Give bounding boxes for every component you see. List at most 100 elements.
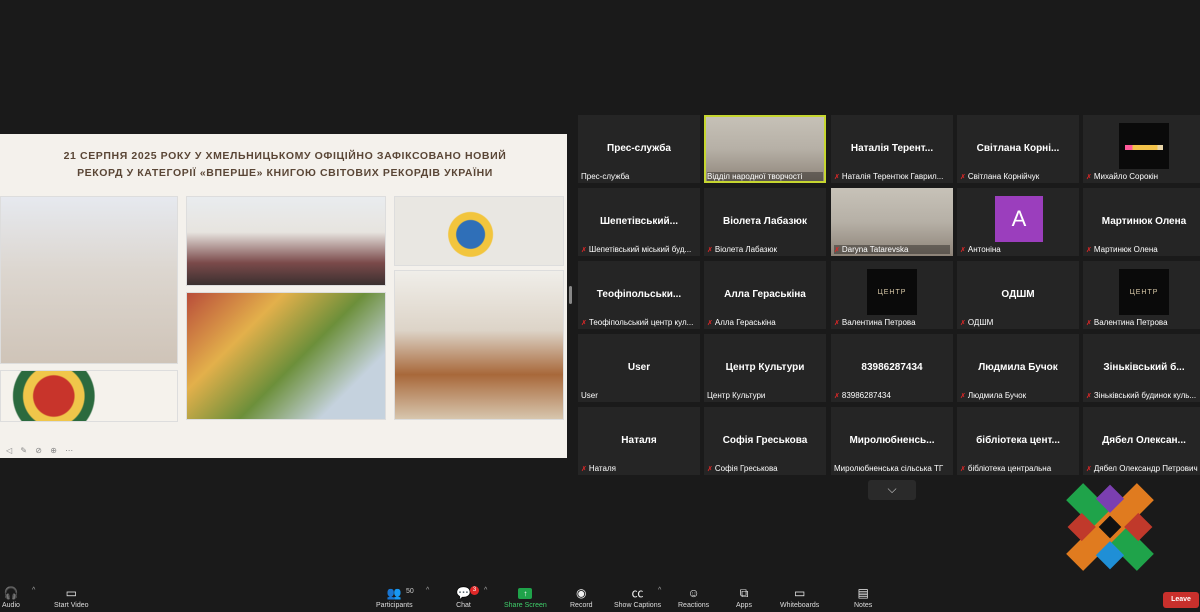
participant-label: ✗ Наталя xyxy=(581,464,697,473)
participant-label-text: Валентина Петрова xyxy=(1093,318,1168,327)
participant-tile[interactable]: User User xyxy=(578,334,700,402)
participant-label-text: ОДШМ xyxy=(967,318,994,327)
record-button[interactable]: ◉ Record xyxy=(570,586,593,609)
mic-muted-icon: ✗ xyxy=(960,247,966,254)
participants-count: 50 xyxy=(406,588,414,595)
participant-name: Людмила Бучок xyxy=(978,362,1058,373)
participant-label-text: Світлана Корнійчук xyxy=(967,172,1040,181)
participant-label: Центр Культури xyxy=(707,391,823,400)
split-handle[interactable] xyxy=(569,286,572,304)
participant-tile[interactable]: Відділ народної творчості xyxy=(704,115,826,183)
participant-name: Миролюбненсь... xyxy=(849,435,935,446)
participant-label: ✗ Валентина Петрова xyxy=(834,318,950,327)
participant-label: ✗ Теофіпольський центр кул... xyxy=(581,318,697,327)
audio-button[interactable]: 🎧 Audio xyxy=(2,586,20,609)
chevron-down-icon: ⌵ xyxy=(887,482,897,496)
participant-label-text: Валентина Петрова xyxy=(841,318,916,327)
shared-screen: 21 СЕРПНЯ 2025 РОКУ У ХМЕЛЬНИЦЬКОМУ ОФІЦ… xyxy=(0,134,567,458)
show-captions-button[interactable]: ㏄ Show Captions xyxy=(614,586,661,609)
notes-button[interactable]: ▤ Notes xyxy=(854,586,872,609)
participant-name: Алла Гераськіна xyxy=(724,289,806,300)
participant-name: 83986287434 xyxy=(861,362,923,373)
participant-label: ✗ Світлана Корнійчук xyxy=(960,172,1076,181)
slide-photo-map-installation xyxy=(394,270,564,420)
participant-label-text: Михайло Сорокін xyxy=(1093,172,1159,181)
participant-tile[interactable]: ЦЕНТР ✗ Валентина Петрова xyxy=(831,261,953,329)
participant-tile[interactable]: A ✗ Антоніна xyxy=(957,188,1079,256)
headphones-icon: 🎧 xyxy=(3,586,19,600)
participant-label-text: Теофіпольський центр кул... xyxy=(588,318,694,327)
chat-badge: 3 xyxy=(470,586,479,595)
participant-label: User xyxy=(581,391,697,400)
participant-name: Софія Греськова xyxy=(722,435,808,446)
slide-controls[interactable]: ◁ ✎ ⊘ ⊕ ⋯ xyxy=(6,446,76,455)
chat-caret[interactable]: ^ xyxy=(484,587,487,594)
participant-tile[interactable]: Софія Греськова ✗ Софія Греськова xyxy=(704,407,826,475)
participant-tile[interactable]: Центр Культури Центр Культури xyxy=(704,334,826,402)
ornament-logo xyxy=(1066,483,1154,571)
participant-name: Шепетівський... xyxy=(600,216,678,227)
participant-tile[interactable]: Прес-служба Прес-служба xyxy=(578,115,700,183)
notes-icon: ▤ xyxy=(857,586,869,600)
participant-tile[interactable]: ✗ Daryna Tatarevska xyxy=(831,188,953,256)
participant-tile[interactable]: Зіньківський б... ✗ Зіньківський будинок к… xyxy=(1083,334,1200,402)
participant-tile[interactable]: Теофіпольськи... ✗ Теофіпольський центр ку… xyxy=(578,261,700,329)
participant-tile[interactable]: ЦЕНТР ✗ Валентина Петрова xyxy=(1083,261,1200,329)
participant-tile[interactable]: Миролюбненсь... Миролюбненська сільська Т… xyxy=(831,407,953,475)
participant-label: ✗ Михайло Сорокін xyxy=(1086,172,1200,181)
participant-name: Віолета Лабазюк xyxy=(723,216,807,227)
participant-label: Відділ народної творчості xyxy=(707,172,823,181)
participants-caret[interactable]: ^ xyxy=(426,587,429,594)
avatar xyxy=(1119,123,1169,169)
participant-label: ✗ Софія Греськова xyxy=(707,464,823,473)
participant-tile[interactable]: Наталя ✗ Наталя xyxy=(578,407,700,475)
participant-label-text: Центр Культури xyxy=(707,391,766,400)
participant-label: Миролюбненська сільська ТГ xyxy=(834,464,950,473)
reactions-button[interactable]: ☺ Reactions xyxy=(678,586,709,609)
mic-muted-icon: ✗ xyxy=(960,174,966,181)
mic-muted-icon: ✗ xyxy=(960,466,966,473)
participant-tile[interactable]: ✗ Михайло Сорокін xyxy=(1083,115,1200,183)
participant-name: Теофіпольськи... xyxy=(596,289,682,300)
share-arrow-icon: ↑ xyxy=(518,588,533,599)
participant-name: бібліотека цент... xyxy=(976,435,1060,446)
chat-icon: 💬 xyxy=(456,586,471,600)
participant-label: ✗ Daryna Tatarevska xyxy=(834,245,950,254)
chat-button[interactable]: 💬 3 Chat xyxy=(456,586,479,609)
mic-muted-icon: ✗ xyxy=(834,393,840,400)
whiteboards-button[interactable]: ▭ Whiteboards xyxy=(780,586,819,609)
start-video-button[interactable]: ▭ Start Video xyxy=(54,586,89,609)
participant-label-text: Миролюбненська сільська ТГ xyxy=(834,464,944,473)
expand-gallery-button[interactable]: ⌵ xyxy=(868,480,916,500)
mic-muted-icon: ✗ xyxy=(707,247,713,254)
participant-tile[interactable]: Шепетівський... ✗ Шепетівський міський буд… xyxy=(578,188,700,256)
participant-label: ✗ Антоніна xyxy=(960,245,1076,254)
participant-tile[interactable]: Людмила Бучок ✗ Людмила Бучок xyxy=(957,334,1079,402)
participant-label-text: Віолета Лабазюк xyxy=(714,245,777,254)
share-screen-button[interactable]: ↑ Share Screen xyxy=(504,586,547,609)
participant-tile[interactable]: Світлана Корні... ✗ Світлана Корнійчук xyxy=(957,115,1079,183)
smile-icon: ☺ xyxy=(687,586,700,600)
mic-muted-icon: ✗ xyxy=(1086,247,1092,254)
apps-button[interactable]: ⧉ Apps xyxy=(736,586,752,609)
participant-label: ✗ Мартинюк Олена xyxy=(1086,245,1200,254)
mic-muted-icon: ✗ xyxy=(1086,393,1092,400)
mic-muted-icon: ✗ xyxy=(581,320,587,327)
participant-tile[interactable]: Віолета Лабазюк ✗ Віолета Лабазюк xyxy=(704,188,826,256)
mic-muted-icon: ✗ xyxy=(581,247,587,254)
participant-tile[interactable]: Алла Гераськіна ✗ Алла Гераськіна xyxy=(704,261,826,329)
participant-label: ✗ Алла Гераськіна xyxy=(707,318,823,327)
participant-tile[interactable]: ОДШМ ✗ ОДШМ xyxy=(957,261,1079,329)
slide-photo-group xyxy=(186,196,386,286)
participant-tile[interactable]: 83986287434 ✗ 83986287434 xyxy=(831,334,953,402)
mic-muted-icon: ✗ xyxy=(834,247,840,254)
participant-name: Мартинюк Олена xyxy=(1101,216,1187,227)
slide-photo-scarves xyxy=(186,292,386,420)
participant-label: ✗ Зіньківський будинок куль... xyxy=(1086,391,1200,400)
participant-tile[interactable]: Мартинюк Олена ✗ Мартинюк Олена xyxy=(1083,188,1200,256)
audio-caret[interactable]: ^ xyxy=(32,587,35,594)
participant-tile[interactable]: Наталія Терент... ✗ Наталія Терентюк Гаври… xyxy=(831,115,953,183)
captions-caret[interactable]: ^ xyxy=(658,587,661,594)
leave-button[interactable]: Leave xyxy=(1163,592,1199,608)
participant-label-text: Прес-служба xyxy=(581,172,630,181)
